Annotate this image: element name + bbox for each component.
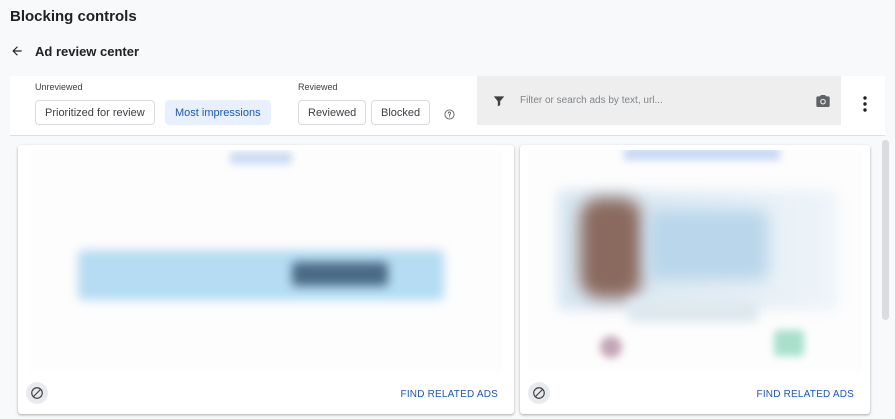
find-related-ads-link[interactable]: FIND RELATED ADS (401, 389, 498, 400)
help-circle-icon[interactable] (444, 107, 455, 120)
block-icon[interactable] (26, 382, 48, 404)
card-footer: FIND RELATED ADS (18, 374, 514, 414)
find-related-ads-link[interactable]: FIND RELATED ADS (757, 389, 854, 400)
ad-card: FIND RELATED ADS (520, 145, 870, 414)
unreviewed-label: Unreviewed (35, 82, 83, 92)
arrow-back-icon[interactable] (10, 44, 24, 58)
chip-blocked[interactable]: Blocked (371, 100, 431, 125)
chip-reviewed[interactable]: Reviewed (298, 100, 367, 125)
scrollbar[interactable] (882, 140, 889, 320)
breadcrumb: Ad review center (10, 42, 139, 60)
ad-preview-image[interactable] (528, 150, 862, 372)
block-icon[interactable] (528, 382, 550, 404)
chip-prioritized-for-review[interactable]: Prioritized for review (35, 100, 155, 125)
chip-most-impressions[interactable]: Most impressions (165, 100, 271, 125)
ad-card: FIND RELATED ADS (18, 145, 514, 414)
more-vert-icon[interactable] (859, 96, 871, 114)
filter-bar: Unreviewed Prioritized for review Most i… (10, 76, 885, 136)
breadcrumb-title: Ad review center (35, 43, 140, 59)
reviewed-label: Reviewed (298, 82, 338, 92)
camera-icon[interactable] (815, 93, 831, 109)
search-input[interactable] (520, 95, 815, 106)
filter-icon[interactable] (492, 94, 506, 108)
page-title: Blocking controls (10, 8, 137, 25)
search-bar (477, 76, 841, 125)
card-footer: FIND RELATED ADS (520, 374, 870, 414)
ad-preview-image[interactable] (30, 150, 502, 372)
